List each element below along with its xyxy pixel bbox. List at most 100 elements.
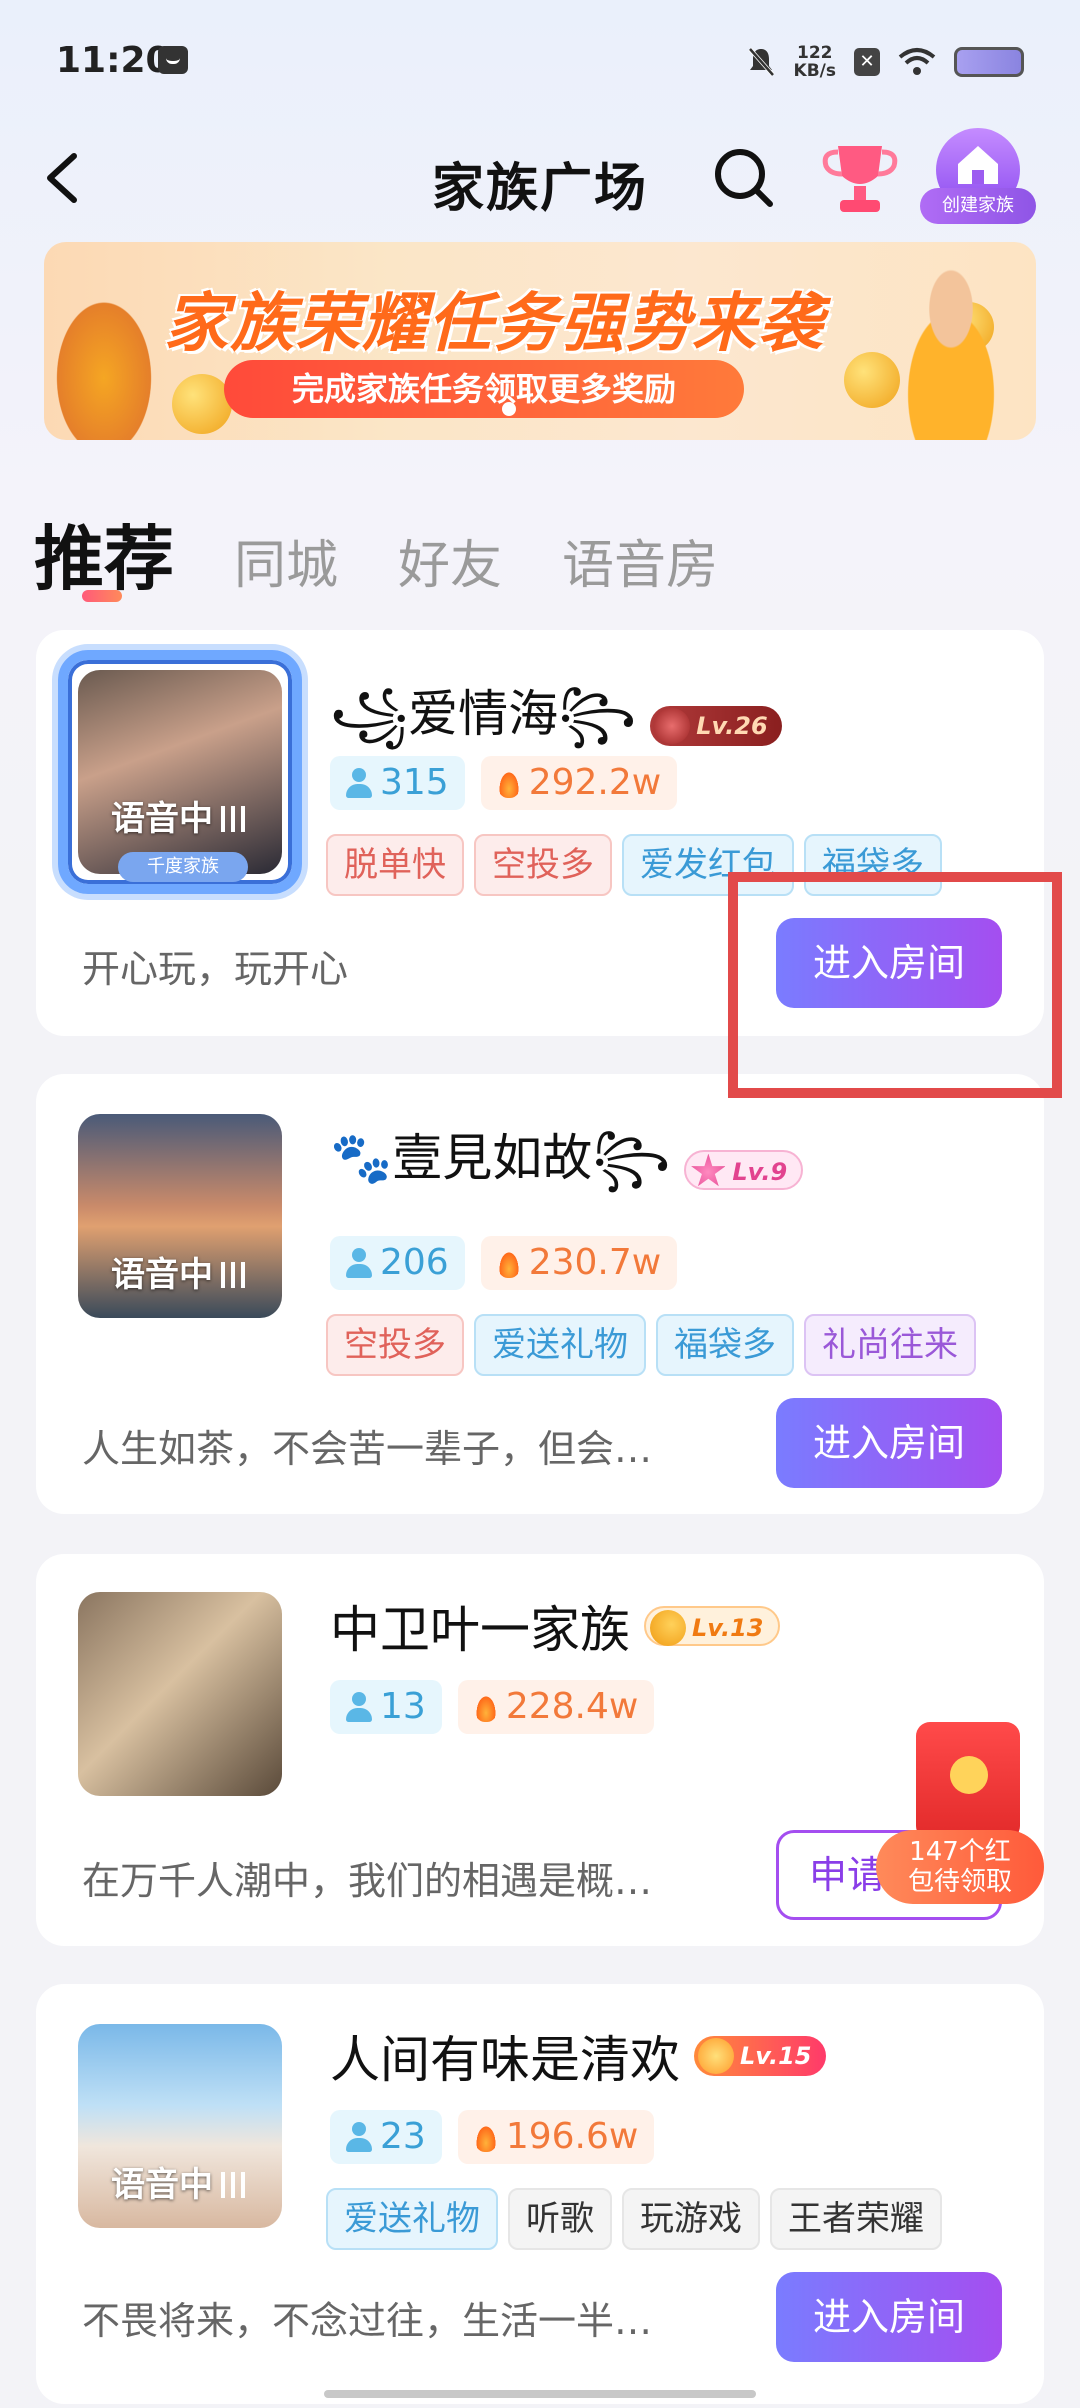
- carousel-indicator: [502, 402, 516, 416]
- level-badge: Lv.26: [650, 705, 782, 746]
- member-icon: [346, 1248, 372, 1278]
- tag: 爱送礼物: [326, 2188, 498, 2250]
- family-description: 在万千人潮中，我们的相遇是概…: [82, 1859, 653, 1903]
- red-packet-widget[interactable]: 147个红 包待领取: [876, 1722, 1044, 1904]
- active-tab-indicator: [82, 590, 122, 602]
- banner-title: 家族荣耀任务强势来袭: [164, 287, 824, 361]
- family-avatar[interactable]: [78, 1592, 282, 1796]
- family-avatar[interactable]: 语音中: [78, 670, 282, 874]
- red-packet-line1: 147个红: [909, 1837, 1011, 1867]
- member-count: 13: [330, 1680, 442, 1734]
- tag: 脱单快: [326, 834, 464, 896]
- tag: 玩游戏: [622, 2188, 760, 2250]
- member-count: 315: [330, 756, 465, 810]
- family-avatar[interactable]: 语音中: [78, 1114, 282, 1318]
- banner-character-left: [44, 282, 164, 440]
- category-tabs: 推荐 同城 好友 语音房: [34, 494, 718, 604]
- family-card[interactable]: 语音中 人间有味是清欢 Lv.15 23 196.6w 爱送礼物 听歌 玩游戏 …: [36, 1984, 1044, 2404]
- fire-icon: [473, 2122, 498, 2152]
- sim-off-icon: ✕: [854, 48, 880, 76]
- stats-row: 23 196.6w: [330, 2110, 655, 2164]
- create-family-label: 创建家族: [920, 188, 1036, 224]
- live-label: 语音中: [111, 799, 213, 839]
- mute-bell-icon: [748, 47, 775, 77]
- tag-row: 空投多 爱送礼物 福袋多 礼尚往来: [326, 1314, 976, 1376]
- member-count-value: 13: [380, 1686, 426, 1727]
- family-description: 不畏将来，不念过往，生活一半…: [82, 2299, 653, 2343]
- stats-row: 206 230.7w: [330, 1236, 678, 1290]
- tab-friends[interactable]: 好友: [398, 523, 502, 598]
- red-packet-label: 147个红 包待领取: [876, 1830, 1044, 1904]
- tag: 空投多: [326, 1314, 464, 1376]
- enter-room-button[interactable]: 进入房间: [776, 2272, 1002, 2362]
- search-icon[interactable]: [712, 146, 776, 210]
- stats-row: 315 292.2w: [330, 756, 678, 810]
- member-count: 23: [330, 2110, 442, 2164]
- home-indicator[interactable]: [324, 2390, 756, 2398]
- heat-value: 196.6w: [457, 2110, 655, 2164]
- family-name: 🐾壹見如故꧂: [330, 1129, 671, 1187]
- member-count-value: 315: [380, 762, 449, 803]
- speed-value: 122: [797, 43, 833, 63]
- banner-subtitle: 完成家族任务领取更多奖励: [224, 360, 744, 418]
- level-badge: Lv.9: [684, 1149, 804, 1190]
- member-count: 206: [330, 1236, 465, 1290]
- trophy-icon[interactable]: [818, 140, 902, 218]
- tag: 听歌: [508, 2188, 612, 2250]
- sound-bars-icon: [221, 2172, 249, 2198]
- coin-icon: [172, 374, 232, 434]
- family-description: 人生如茶，不会苦一辈子，但会…: [82, 1427, 653, 1471]
- battery-icon: [954, 47, 1024, 77]
- speed-unit: KB/s: [793, 61, 836, 81]
- heat-value-text: 292.2w: [528, 762, 662, 803]
- network-speed: 122 KB/s: [794, 44, 836, 80]
- live-indicator: 语音中: [78, 2157, 282, 2206]
- tag: 王者荣耀: [770, 2188, 942, 2250]
- fire-icon: [496, 1248, 521, 1278]
- family-avatar[interactable]: 语音中: [78, 2024, 282, 2228]
- heat-value: 228.4w: [457, 1680, 655, 1734]
- member-icon: [346, 1692, 372, 1722]
- create-family-button[interactable]: 创建家族: [920, 128, 1036, 224]
- tab-same-city[interactable]: 同城: [234, 523, 338, 598]
- banner-character-right: [876, 252, 1026, 440]
- live-indicator: 语音中: [78, 1247, 282, 1296]
- status-icons: 122 KB/s ✕: [746, 42, 1024, 82]
- message-icon: [158, 46, 188, 74]
- tag-row: 爱送礼物 听歌 玩游戏 王者荣耀: [326, 2188, 942, 2250]
- tag: 礼尚往来: [804, 1314, 976, 1376]
- member-count-value: 23: [380, 2116, 426, 2157]
- status-bar: 11:20 122 KB/s ✕: [0, 0, 1080, 120]
- family-name: 人间有味是清欢: [330, 2031, 680, 2089]
- tag: 爱送礼物: [474, 1314, 646, 1376]
- stats-row: 13 228.4w: [330, 1680, 655, 1734]
- member-count-value: 206: [380, 1242, 449, 1283]
- level-badge: Lv.15: [694, 2036, 826, 2076]
- tag: 空投多: [474, 834, 612, 896]
- heat-value-text: 230.7w: [528, 1242, 662, 1283]
- page-title: 家族广场: [431, 159, 648, 219]
- highlight-box: [728, 872, 1062, 1098]
- family-name-row: 人间有味是清欢 Lv.15: [330, 2020, 826, 2092]
- tab-voice-room[interactable]: 语音房: [562, 523, 718, 598]
- promo-banner[interactable]: 家族荣耀任务强势来袭 完成家族任务领取更多奖励: [44, 242, 1036, 440]
- family-name-row: 🐾壹見如故꧂ Lv.9: [330, 1118, 804, 1221]
- live-indicator: 语音中: [78, 791, 282, 840]
- family-card[interactable]: 语音中 🐾壹見如故꧂ Lv.9 206 230.7w 空投多 爱送礼物 福袋多 …: [36, 1074, 1044, 1514]
- red-packet-line2: 包待领取: [907, 1867, 1012, 1897]
- heat-value: 292.2w: [480, 756, 678, 810]
- heat-value-text: 196.6w: [505, 2116, 639, 2157]
- live-label: 语音中: [111, 1255, 213, 1295]
- sound-bars-icon: [221, 1262, 249, 1288]
- enter-room-button[interactable]: 进入房间: [776, 1398, 1002, 1488]
- heat-value-text: 228.4w: [505, 1686, 639, 1727]
- sound-bars-icon: [221, 806, 249, 832]
- family-name-row: 中卫叶一家族 Lv.13: [330, 1590, 780, 1662]
- fire-icon: [496, 768, 521, 798]
- heat-value: 230.7w: [480, 1236, 678, 1290]
- member-icon: [346, 768, 372, 798]
- level-badge: Lv.13: [644, 1606, 780, 1646]
- red-envelope-icon: [916, 1722, 1020, 1840]
- tab-recommended[interactable]: 推荐: [34, 503, 174, 604]
- member-icon: [346, 2122, 372, 2152]
